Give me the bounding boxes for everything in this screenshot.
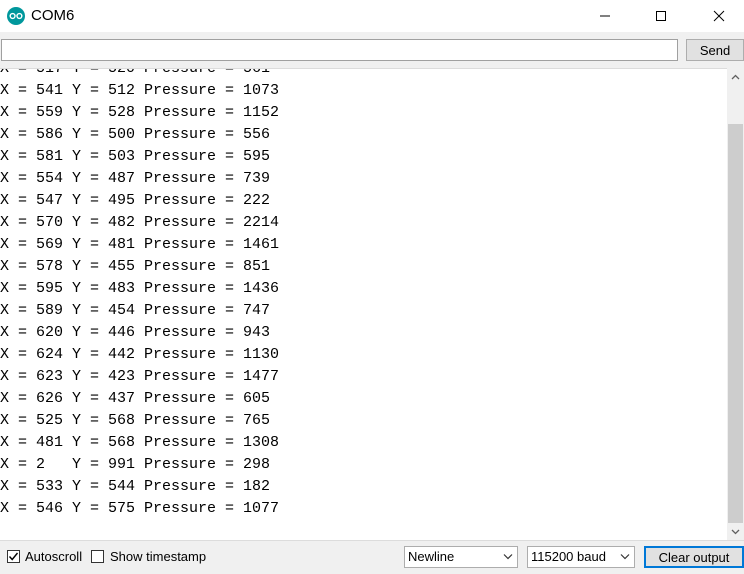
- output-line: X = 481 Y = 568 Pressure = 1308: [0, 434, 280, 451]
- scroll-up-button[interactable]: [727, 68, 744, 85]
- serial-output[interactable]: X = 517 Y = 520 Pressure = 561 X = 541 Y …: [0, 68, 744, 541]
- baud-rate-value: 115200 baud: [531, 549, 606, 564]
- window-title: COM6: [31, 7, 75, 24]
- line-ending-select[interactable]: Newline: [404, 546, 518, 568]
- output-line: X = 595 Y = 483 Pressure = 1436: [0, 280, 280, 297]
- output-line: X = 586 Y = 500 Pressure = 556: [0, 126, 271, 143]
- output-line: X = 559 Y = 528 Pressure = 1152: [0, 104, 280, 121]
- vertical-scrollbar[interactable]: [727, 68, 744, 540]
- output-line: X = 620 Y = 446 Pressure = 943: [0, 324, 271, 341]
- checkmark-icon: [8, 552, 19, 561]
- minimize-icon: [600, 15, 610, 17]
- output-line: X = 570 Y = 482 Pressure = 2214: [0, 214, 280, 231]
- title-bar: COM6: [0, 0, 744, 32]
- arduino-icon: [7, 7, 25, 25]
- maximize-icon: [656, 11, 666, 21]
- output-line: X = 525 Y = 568 Pressure = 765: [0, 412, 271, 429]
- baud-rate-select[interactable]: 115200 baud: [527, 546, 635, 568]
- output-line: X = 626 Y = 437 Pressure = 605: [0, 390, 271, 407]
- send-button[interactable]: Send: [686, 39, 744, 61]
- timestamp-checkbox[interactable]: [91, 550, 104, 563]
- output-line: X = 624 Y = 442 Pressure = 1130: [0, 346, 280, 363]
- output-line: X = 623 Y = 423 Pressure = 1477: [0, 368, 280, 385]
- clear-output-button[interactable]: Clear output: [644, 546, 744, 568]
- output-line: X = 554 Y = 487 Pressure = 739: [0, 170, 271, 187]
- output-line: X = 578 Y = 455 Pressure = 851: [0, 258, 271, 275]
- output-line: X = 569 Y = 481 Pressure = 1461: [0, 236, 280, 253]
- chevron-down-icon: [731, 529, 740, 534]
- output-line: X = 589 Y = 454 Pressure = 747: [0, 302, 271, 319]
- chevron-down-icon: [620, 554, 630, 560]
- output-line: X = 546 Y = 575 Pressure = 1077: [0, 500, 280, 517]
- output-line: X = 547 Y = 495 Pressure = 222: [0, 192, 271, 209]
- autoscroll-label[interactable]: Autoscroll: [25, 549, 82, 565]
- chevron-down-icon: [503, 554, 513, 560]
- output-lines: X = 517 Y = 520 Pressure = 561 X = 541 Y …: [0, 68, 726, 520]
- output-line: X = 541 Y = 512 Pressure = 1073: [0, 82, 280, 99]
- chevron-up-icon: [731, 74, 740, 79]
- close-icon: [713, 10, 725, 22]
- status-bar: Autoscroll Show timestamp Newline 115200…: [0, 540, 744, 574]
- autoscroll-checkbox[interactable]: [7, 550, 20, 563]
- maximize-button[interactable]: [638, 0, 684, 32]
- output-line: X = 2 Y = 991 Pressure = 298: [0, 456, 271, 473]
- output-line: X = 517 Y = 520 Pressure = 561: [0, 68, 271, 77]
- output-line: X = 533 Y = 544 Pressure = 182: [0, 478, 271, 495]
- close-button[interactable]: [696, 0, 742, 32]
- minimize-button[interactable]: [582, 0, 628, 32]
- timestamp-label[interactable]: Show timestamp: [110, 549, 206, 565]
- line-ending-value: Newline: [408, 549, 455, 564]
- scroll-down-button[interactable]: [727, 523, 744, 540]
- send-input[interactable]: [1, 39, 678, 61]
- output-line: X = 581 Y = 503 Pressure = 595: [0, 148, 271, 165]
- scroll-thumb[interactable]: [728, 124, 743, 523]
- send-row: Send: [0, 32, 744, 68]
